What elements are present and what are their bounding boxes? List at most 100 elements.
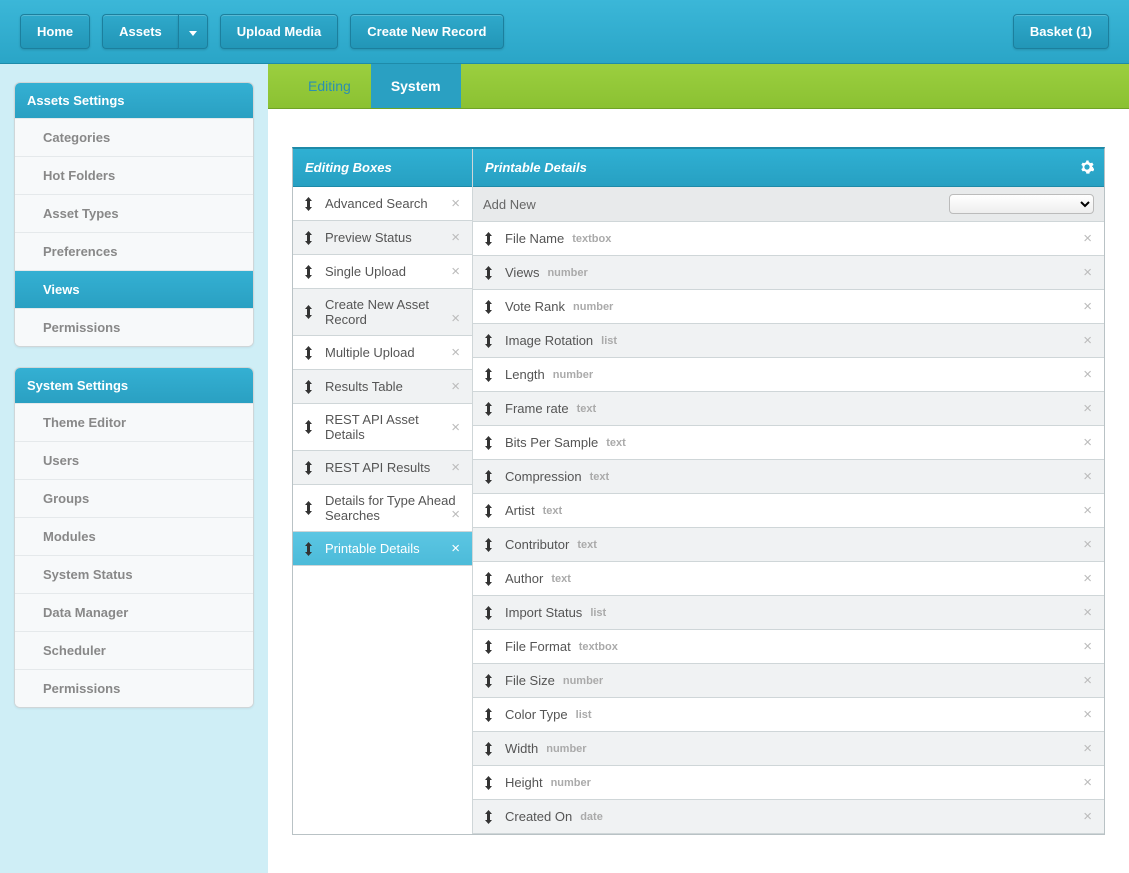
printable-detail-row[interactable]: Contributortext× — [473, 528, 1104, 562]
close-icon[interactable]: × — [1081, 808, 1094, 825]
close-icon[interactable]: × — [449, 419, 462, 436]
drag-icon[interactable] — [483, 470, 495, 484]
assets-settings-item[interactable]: Preferences — [15, 232, 253, 270]
system-settings-item[interactable]: Modules — [15, 517, 253, 555]
drag-icon[interactable] — [303, 265, 315, 279]
printable-detail-row[interactable]: Frame ratetext× — [473, 392, 1104, 426]
printable-detail-row[interactable]: File Sizenumber× — [473, 664, 1104, 698]
close-icon[interactable]: × — [1081, 604, 1094, 621]
editing-box-row[interactable]: Preview Status× — [293, 221, 472, 255]
editing-box-row[interactable]: Multiple Upload× — [293, 336, 472, 370]
printable-detail-row[interactable]: Created Ondate× — [473, 800, 1104, 834]
drag-icon[interactable] — [303, 420, 315, 434]
upload-media-button[interactable]: Upload Media — [220, 14, 339, 49]
drag-icon[interactable] — [303, 380, 315, 394]
drag-icon[interactable] — [483, 572, 495, 586]
home-button[interactable]: Home — [20, 14, 90, 49]
system-settings-item[interactable]: Data Manager — [15, 593, 253, 631]
printable-detail-row[interactable]: Vote Ranknumber× — [473, 290, 1104, 324]
assets-settings-item[interactable]: Categories — [15, 118, 253, 156]
drag-icon[interactable] — [483, 606, 495, 620]
system-settings-item[interactable]: System Status — [15, 555, 253, 593]
system-settings-item[interactable]: Scheduler — [15, 631, 253, 669]
gear-icon[interactable] — [1080, 160, 1094, 177]
drag-icon[interactable] — [483, 538, 495, 552]
printable-detail-row[interactable]: File Nametextbox× — [473, 222, 1104, 256]
close-icon[interactable]: × — [449, 344, 462, 361]
create-new-record-button[interactable]: Create New Record — [350, 14, 503, 49]
drag-icon[interactable] — [483, 232, 495, 246]
close-icon[interactable]: × — [1081, 774, 1094, 791]
close-icon[interactable]: × — [449, 540, 462, 557]
assets-settings-item[interactable]: Permissions — [15, 308, 253, 346]
close-icon[interactable]: × — [449, 263, 462, 280]
close-icon[interactable]: × — [1081, 434, 1094, 451]
printable-detail-row[interactable]: Bits Per Sampletext× — [473, 426, 1104, 460]
close-icon[interactable]: × — [1081, 672, 1094, 689]
close-icon[interactable]: × — [1081, 366, 1094, 383]
close-icon[interactable]: × — [1081, 400, 1094, 417]
printable-detail-row[interactable]: Image Rotationlist× — [473, 324, 1104, 358]
printable-detail-row[interactable]: Import Statuslist× — [473, 596, 1104, 630]
drag-icon[interactable] — [483, 334, 495, 348]
editing-box-row[interactable]: Details for Type Ahead Searches× — [293, 485, 472, 532]
editing-box-row[interactable]: Create New Asset Record× — [293, 289, 472, 336]
close-icon[interactable]: × — [1081, 230, 1094, 247]
basket-button[interactable]: Basket (1) — [1013, 14, 1109, 49]
drag-icon[interactable] — [303, 542, 315, 556]
system-settings-item[interactable]: Permissions — [15, 669, 253, 707]
printable-detail-row[interactable]: Widthnumber× — [473, 732, 1104, 766]
close-icon[interactable]: × — [449, 310, 462, 327]
assets-dropdown-toggle[interactable] — [178, 14, 208, 49]
close-icon[interactable]: × — [1081, 570, 1094, 587]
editing-box-row[interactable]: Results Table× — [293, 370, 472, 404]
assets-settings-item[interactable]: Asset Types — [15, 194, 253, 232]
system-settings-item[interactable]: Theme Editor — [15, 403, 253, 441]
close-icon[interactable]: × — [1081, 298, 1094, 315]
add-new-select[interactable] — [949, 194, 1094, 214]
drag-icon[interactable] — [483, 742, 495, 756]
editing-box-row[interactable]: Printable Details× — [293, 532, 472, 566]
drag-icon[interactable] — [303, 501, 315, 515]
drag-icon[interactable] — [483, 674, 495, 688]
close-icon[interactable]: × — [1081, 740, 1094, 757]
assets-settings-item[interactable]: Hot Folders — [15, 156, 253, 194]
tab-system[interactable]: System — [371, 64, 461, 108]
drag-icon[interactable] — [483, 776, 495, 790]
drag-icon[interactable] — [483, 368, 495, 382]
drag-icon[interactable] — [483, 300, 495, 314]
close-icon[interactable]: × — [1081, 706, 1094, 723]
printable-detail-row[interactable]: Heightnumber× — [473, 766, 1104, 800]
close-icon[interactable]: × — [449, 506, 462, 523]
editing-box-row[interactable]: Advanced Search× — [293, 187, 472, 221]
close-icon[interactable]: × — [449, 229, 462, 246]
printable-detail-row[interactable]: Lengthnumber× — [473, 358, 1104, 392]
drag-icon[interactable] — [303, 461, 315, 475]
drag-icon[interactable] — [483, 640, 495, 654]
printable-detail-row[interactable]: Artisttext× — [473, 494, 1104, 528]
close-icon[interactable]: × — [1081, 264, 1094, 281]
tab-editing[interactable]: Editing — [288, 64, 371, 108]
close-icon[interactable]: × — [1081, 502, 1094, 519]
assets-button[interactable]: Assets — [102, 14, 178, 49]
printable-detail-row[interactable]: Viewsnumber× — [473, 256, 1104, 290]
system-settings-item[interactable]: Groups — [15, 479, 253, 517]
printable-detail-row[interactable]: File Formattextbox× — [473, 630, 1104, 664]
editing-box-row[interactable]: REST API Results× — [293, 451, 472, 485]
drag-icon[interactable] — [483, 810, 495, 824]
printable-detail-row[interactable]: Color Typelist× — [473, 698, 1104, 732]
editing-box-row[interactable]: REST API Asset Details× — [293, 404, 472, 451]
drag-icon[interactable] — [303, 346, 315, 360]
drag-icon[interactable] — [483, 504, 495, 518]
close-icon[interactable]: × — [1081, 332, 1094, 349]
close-icon[interactable]: × — [449, 459, 462, 476]
close-icon[interactable]: × — [449, 378, 462, 395]
close-icon[interactable]: × — [1081, 638, 1094, 655]
drag-icon[interactable] — [303, 305, 315, 319]
drag-icon[interactable] — [303, 197, 315, 211]
close-icon[interactable]: × — [1081, 468, 1094, 485]
assets-settings-item[interactable]: Views — [15, 270, 253, 308]
drag-icon[interactable] — [483, 402, 495, 416]
close-icon[interactable]: × — [1081, 536, 1094, 553]
drag-icon[interactable] — [483, 266, 495, 280]
